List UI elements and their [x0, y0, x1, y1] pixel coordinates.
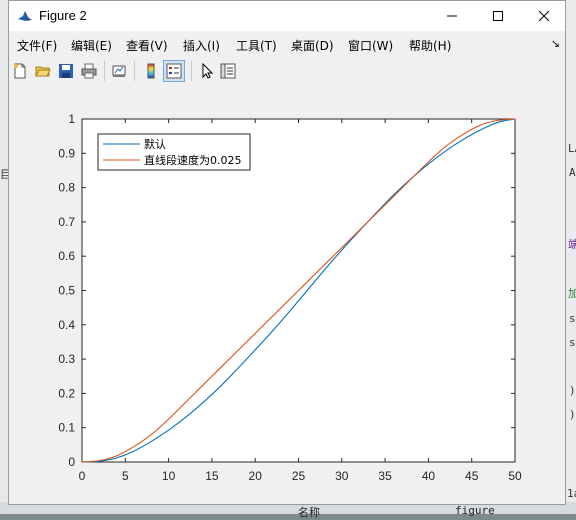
new-figure-icon — [14, 63, 26, 79]
save-button[interactable] — [55, 60, 77, 82]
y-tick-label: 0.3 — [58, 352, 75, 366]
background-name-label: 名称 — [298, 506, 320, 519]
x-tick-label: 0 — [79, 469, 86, 483]
x-tick-label: 25 — [292, 469, 306, 483]
matlab-app-icon — [17, 8, 33, 24]
background-glyph: ) — [569, 384, 576, 397]
y-tick-label: 0.4 — [58, 318, 75, 332]
x-tick-label: 20 — [249, 469, 263, 483]
background-right-panel — [566, 0, 576, 514]
x-tick-label: 45 — [465, 469, 479, 483]
open-file-button[interactable] — [32, 60, 54, 82]
x-tick-label: 50 — [508, 469, 522, 483]
toolbar-separator — [191, 61, 192, 81]
maximize-button[interactable] — [475, 1, 521, 31]
background-glyph: LA — [568, 142, 576, 155]
menu-insert[interactable]: 插入(I) — [183, 37, 220, 54]
background-glyph: s: — [569, 336, 576, 349]
background-glyph: A — [569, 166, 576, 179]
background-glyph: 加 — [568, 287, 576, 300]
y-tick-label: 0.6 — [58, 249, 75, 263]
background-glyph: 端 — [568, 238, 576, 251]
y-tick-label: 0.1 — [58, 421, 75, 435]
legend-label-1: 默认 — [144, 138, 166, 151]
window-title: Figure 2 — [39, 8, 87, 23]
property-inspector-button[interactable] — [217, 60, 239, 82]
background-left-panel — [0, 0, 8, 514]
close-button[interactable] — [521, 1, 567, 31]
menu-help[interactable]: 帮助(H) — [409, 37, 451, 54]
y-tick-label: 0.5 — [58, 284, 75, 298]
menu-window[interactable]: 窗口(W) — [348, 37, 393, 54]
figure-toolbar — [9, 57, 565, 86]
y-tick-label: 1 — [68, 112, 75, 126]
edit-plot-icon — [202, 63, 214, 79]
menu-bar: 文件(F) 编辑(E) 查看(V) 插入(I) 工具(T) 桌面(D) 窗口(W… — [9, 33, 565, 55]
figure-window: Figure 2 文件(F) 编辑(E) 查看(V) 插入(I) 工具(T) 桌… — [8, 0, 566, 505]
close-icon — [538, 10, 550, 22]
legend[interactable]: 默认直线段速度为0.025 — [97, 133, 251, 171]
x-tick-label: 40 — [422, 469, 436, 483]
new-figure-button[interactable] — [9, 60, 31, 82]
link-plot-button[interactable] — [108, 60, 130, 82]
y-tick-label: 0.8 — [58, 181, 75, 195]
x-tick-label: 30 — [335, 469, 349, 483]
background-glyph: s — [569, 312, 576, 325]
menu-edit[interactable]: 编辑(E) — [71, 37, 112, 54]
property-inspector-icon — [220, 63, 236, 79]
insert-colorbar-icon — [147, 63, 155, 79]
x-tick-label: 35 — [378, 469, 392, 483]
insert-colorbar-button[interactable] — [140, 60, 162, 82]
x-tick-label: 15 — [205, 469, 219, 483]
y-tick-label: 0 — [68, 455, 75, 469]
insert-legend-button[interactable] — [163, 60, 185, 82]
background-glyph: 1a — [567, 487, 576, 500]
y-tick-label: 0.7 — [58, 215, 75, 229]
menu-overflow-icon[interactable]: ↘ — [551, 37, 560, 50]
link-plot-icon — [112, 65, 126, 77]
legend-label-2: 直线段速度为0.025 — [144, 153, 242, 167]
maximize-icon — [493, 11, 503, 21]
print-icon — [81, 63, 97, 79]
menu-view[interactable]: 查看(V) — [126, 37, 168, 54]
background-code-text: figure — [455, 504, 495, 517]
x-tick-label: 10 — [162, 469, 176, 483]
save-icon — [59, 64, 73, 78]
toolbar-separator — [134, 61, 135, 81]
toolbar-separator — [104, 61, 105, 81]
menu-tools[interactable]: 工具(T) — [236, 37, 277, 54]
minimize-icon — [447, 15, 457, 17]
y-tick-label: 0.2 — [58, 386, 75, 400]
menu-file[interactable]: 文件(F) — [17, 37, 57, 54]
edit-plot-button[interactable] — [196, 60, 218, 82]
minimize-button[interactable] — [429, 1, 475, 31]
background-glyph: ) — [569, 408, 576, 421]
print-button[interactable] — [78, 60, 100, 82]
insert-legend-icon — [166, 63, 182, 79]
y-tick-label: 0.9 — [58, 146, 75, 160]
x-tick-label: 5 — [122, 469, 129, 483]
title-bar[interactable]: Figure 2 — [9, 1, 565, 31]
menu-desktop[interactable]: 桌面(D) — [291, 37, 334, 54]
open-file-icon — [35, 66, 51, 77]
figure-canvas: 0 5 10 15 20 25 30 35 40 45 50 0 0.1 0.2 0.3 0.4 0.5 0.6 0… — [9, 85, 565, 503]
